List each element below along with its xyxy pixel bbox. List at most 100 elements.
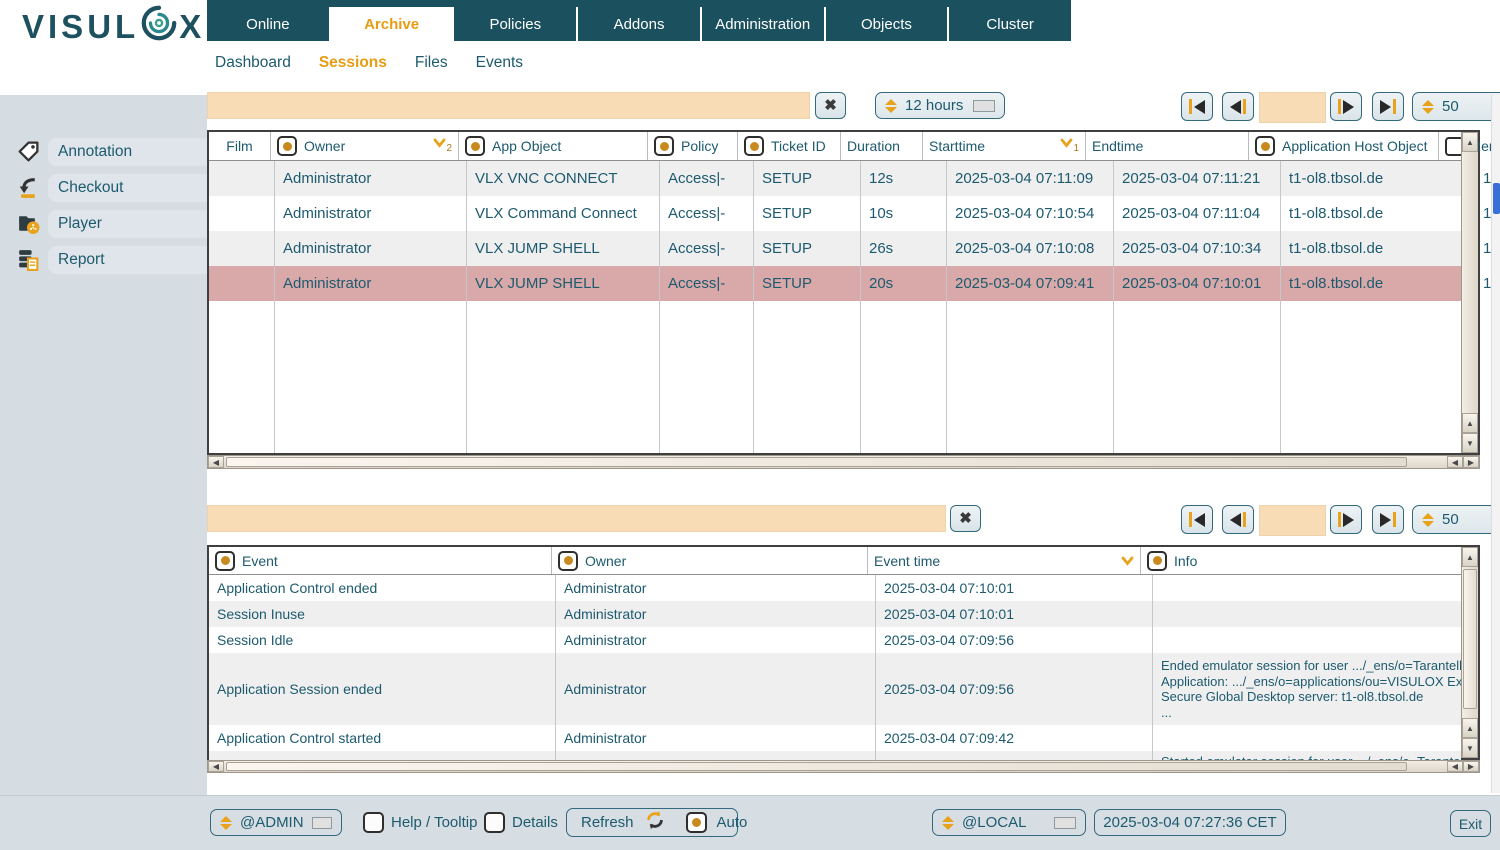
- scroll-right-button[interactable]: ▶: [1463, 456, 1479, 468]
- session-row[interactable]: Administrator VLX JUMP SHELL Access|- SE…: [209, 231, 1461, 266]
- last-page-button[interactable]: [1372, 92, 1404, 121]
- scroll-track[interactable]: [224, 761, 1447, 772]
- sessions-horizontal-scrollbar[interactable]: ◀ ◀ ▶: [207, 455, 1480, 469]
- tab-administration[interactable]: Administration: [702, 7, 824, 41]
- scroll-track[interactable]: [1462, 567, 1478, 718]
- scroll-thumb[interactable]: [226, 457, 1407, 467]
- scroll-track[interactable]: [224, 456, 1447, 468]
- tab-objects[interactable]: Objects: [826, 7, 948, 41]
- sidebar-item-player[interactable]: Player: [48, 210, 217, 238]
- event-row[interactable]: Application Control ended Administrator …: [209, 575, 1461, 601]
- prev-page-button[interactable]: [1222, 92, 1254, 121]
- page-size-select[interactable]: 50: [1412, 505, 1500, 534]
- refresh-icon[interactable]: [644, 809, 666, 836]
- events-vertical-scrollbar[interactable]: ▲ ▲ ▼: [1461, 547, 1478, 758]
- main-tabbar: Online Archive Policies Addons Administr…: [207, 7, 1071, 41]
- column-header-event-time[interactable]: Event time: [868, 547, 1141, 574]
- sessions-vertical-scrollbar[interactable]: ▲ ▲ ▼: [1461, 132, 1478, 453]
- subtab-events[interactable]: Events: [476, 54, 523, 72]
- current-time-display: 2025-03-04 07:27:36 CET: [1094, 809, 1286, 836]
- column-header-endtime[interactable]: Endtime: [1086, 132, 1249, 160]
- local-timezone-select[interactable]: @LOCAL: [932, 809, 1086, 836]
- scroll-thumb[interactable]: [1463, 569, 1477, 709]
- column-header-app-object[interactable]: App Object: [459, 132, 648, 160]
- page-scroll-thumb[interactable]: [1493, 183, 1500, 214]
- page-number-input[interactable]: [1259, 92, 1326, 123]
- scroll-down-button[interactable]: ▼: [1462, 738, 1478, 758]
- session-row[interactable]: Administrator VLX VNC CONNECT Access|- S…: [209, 161, 1461, 196]
- scroll-thumb[interactable]: [226, 762, 1407, 771]
- session-row-selected[interactable]: Administrator VLX JUMP SHELL Access|- SE…: [209, 266, 1461, 301]
- select-updown-icon: [942, 816, 954, 830]
- column-label: Owner: [585, 553, 626, 569]
- cell-ticket-id: SETUP: [754, 161, 861, 196]
- events-horizontal-scrollbar[interactable]: ◀ ◀ ▶: [207, 760, 1480, 773]
- first-page-button[interactable]: [1181, 92, 1213, 121]
- help-tooltip-option: Help / Tooltip: [363, 812, 477, 833]
- scroll-up-button[interactable]: ▲: [1462, 547, 1478, 567]
- column-header-duration[interactable]: Duration: [841, 132, 923, 160]
- admin-context-select[interactable]: @ADMIN: [210, 809, 342, 836]
- tab-addons[interactable]: Addons: [578, 7, 700, 41]
- scroll-down-button[interactable]: ▼: [1462, 433, 1478, 453]
- cell-owner: Administrator: [275, 231, 467, 266]
- column-header-info[interactable]: Info: [1141, 547, 1461, 574]
- tab-cluster[interactable]: Cluster: [949, 7, 1071, 41]
- sidebar-item-report[interactable]: Report: [48, 246, 217, 274]
- subtab-dashboard[interactable]: Dashboard: [215, 54, 291, 72]
- event-row[interactable]: Application Session ended Administrator …: [209, 653, 1461, 725]
- cell-owner: Administrator: [275, 161, 467, 196]
- info-line: ...: [1161, 705, 1172, 721]
- help-tooltip-checkbox[interactable]: [363, 812, 384, 833]
- cell-event-time: 2025-03-04 07:09:56: [876, 627, 1153, 653]
- subtab-sessions[interactable]: Sessions: [319, 54, 387, 72]
- details-checkbox[interactable]: [484, 812, 505, 833]
- cell-owner: Administrator: [275, 266, 467, 301]
- refresh-button[interactable]: Refresh: [581, 814, 634, 831]
- column-header-owner[interactable]: Owner: [552, 547, 868, 574]
- scroll-up-button[interactable]: ▲: [1462, 132, 1478, 152]
- page-number-input[interactable]: [1259, 505, 1326, 536]
- scroll-up-button[interactable]: ▲: [1462, 718, 1478, 738]
- page-vertical-scrollbar[interactable]: [1491, 95, 1500, 793]
- event-row[interactable]: Session Inuse Administrator 2025-03-04 0…: [209, 601, 1461, 627]
- scroll-right-button[interactable]: ▶: [1463, 761, 1479, 772]
- prev-page-button[interactable]: [1222, 505, 1254, 534]
- events-search-input[interactable]: [207, 505, 946, 532]
- first-page-button[interactable]: [1181, 505, 1213, 534]
- last-page-button[interactable]: [1372, 505, 1404, 534]
- cell-policy: Access|-: [660, 196, 754, 231]
- column-header-ticket-id[interactable]: Ticket ID: [738, 132, 841, 160]
- next-page-button[interactable]: [1330, 92, 1362, 121]
- sidebar-item-annotation[interactable]: Annotation: [48, 138, 217, 166]
- tab-policies[interactable]: Policies: [454, 7, 576, 41]
- event-row[interactable]: Session Idle Administrator 2025-03-04 07…: [209, 627, 1461, 653]
- tab-online[interactable]: Online: [207, 7, 329, 41]
- cell-ticket-id: SETUP: [754, 266, 861, 301]
- sessions-search-input[interactable]: [207, 92, 810, 119]
- column-header-film[interactable]: Film: [209, 132, 271, 160]
- events-clear-filter-button[interactable]: ✖: [950, 505, 981, 532]
- exit-button[interactable]: Exit: [1450, 810, 1491, 837]
- column-header-owner[interactable]: Owner2: [271, 132, 459, 160]
- scroll-left-button[interactable]: ◀: [208, 456, 224, 468]
- event-row[interactable]: Application Control started Administrato…: [209, 725, 1461, 751]
- scroll-up-button[interactable]: ▲: [1462, 413, 1478, 433]
- column-header-starttime[interactable]: Starttime1: [923, 132, 1086, 160]
- session-row[interactable]: Administrator VLX Command Connect Access…: [209, 196, 1461, 231]
- subtab-files[interactable]: Files: [415, 54, 448, 72]
- sidebar-item-checkout[interactable]: Checkout: [48, 174, 217, 202]
- time-range-select[interactable]: 12 hours: [875, 92, 1005, 119]
- column-header-event[interactable]: Event: [209, 547, 552, 574]
- next-page-button[interactable]: [1330, 505, 1362, 534]
- tab-archive[interactable]: Archive: [331, 7, 453, 41]
- scroll-left-button[interactable]: ◀: [1447, 456, 1463, 468]
- sessions-clear-filter-button[interactable]: ✖: [815, 92, 846, 119]
- scroll-track[interactable]: [1462, 152, 1478, 413]
- scroll-left-button[interactable]: ◀: [1447, 761, 1463, 772]
- scroll-left-button[interactable]: ◀: [208, 761, 224, 772]
- page-size-select[interactable]: 50: [1412, 92, 1500, 121]
- auto-refresh-radio[interactable]: [686, 812, 707, 833]
- column-header-policy[interactable]: Policy: [648, 132, 738, 160]
- column-header-application-host-object[interactable]: Application Host Object: [1249, 132, 1439, 160]
